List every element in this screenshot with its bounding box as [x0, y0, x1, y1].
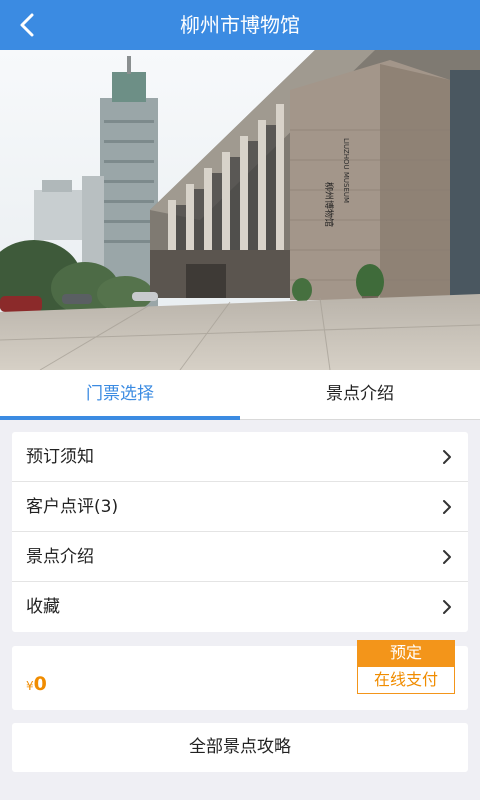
active-tab-indicator	[0, 416, 240, 420]
menu-item-favorite[interactable]: 收藏	[12, 582, 468, 632]
info-menu: 预订须知 客户点评(3) 景点介绍 收藏	[12, 432, 468, 632]
menu-item-customer-reviews[interactable]: 客户点评(3)	[12, 482, 468, 532]
menu-item-label: 预订须知	[26, 447, 94, 467]
page-title: 柳州市博物馆	[180, 13, 300, 37]
tab-attraction-intro[interactable]: 景点介绍	[240, 370, 480, 420]
chevron-right-icon	[443, 450, 451, 464]
chevron-right-icon	[443, 600, 451, 614]
chevron-right-icon	[443, 550, 451, 564]
menu-item-label: 收藏	[26, 597, 60, 617]
online-pay-button[interactable]: 在线支付	[357, 666, 455, 694]
tab-ticket-selection[interactable]: 门票选择	[0, 370, 240, 420]
price-amount: 0	[33, 673, 47, 695]
book-button[interactable]: 预定	[357, 640, 455, 666]
menu-item-label: 客户点评(3)	[26, 497, 119, 517]
currency-symbol: ¥	[26, 679, 34, 693]
menu-item-attraction-intro[interactable]: 景点介绍	[12, 532, 468, 582]
museum-photo: LIUZHOU MUSEUM 柳州博物馆	[0, 50, 480, 370]
menu-item-label: 景点介绍	[26, 547, 94, 567]
all-attraction-guides-button[interactable]: 全部景点攻略	[12, 723, 468, 772]
svg-text:柳州博物馆: 柳州博物馆	[323, 182, 335, 227]
svg-text:LIUZHOU MUSEUM: LIUZHOU MUSEUM	[342, 138, 350, 203]
menu-item-booking-notice[interactable]: 预订须知	[12, 432, 468, 482]
ticket-price: ¥0	[26, 646, 47, 724]
tab-bar: 门票选择 景点介绍	[0, 370, 480, 420]
app-header: 柳州市博物馆	[0, 0, 480, 50]
chevron-right-icon	[443, 500, 451, 514]
